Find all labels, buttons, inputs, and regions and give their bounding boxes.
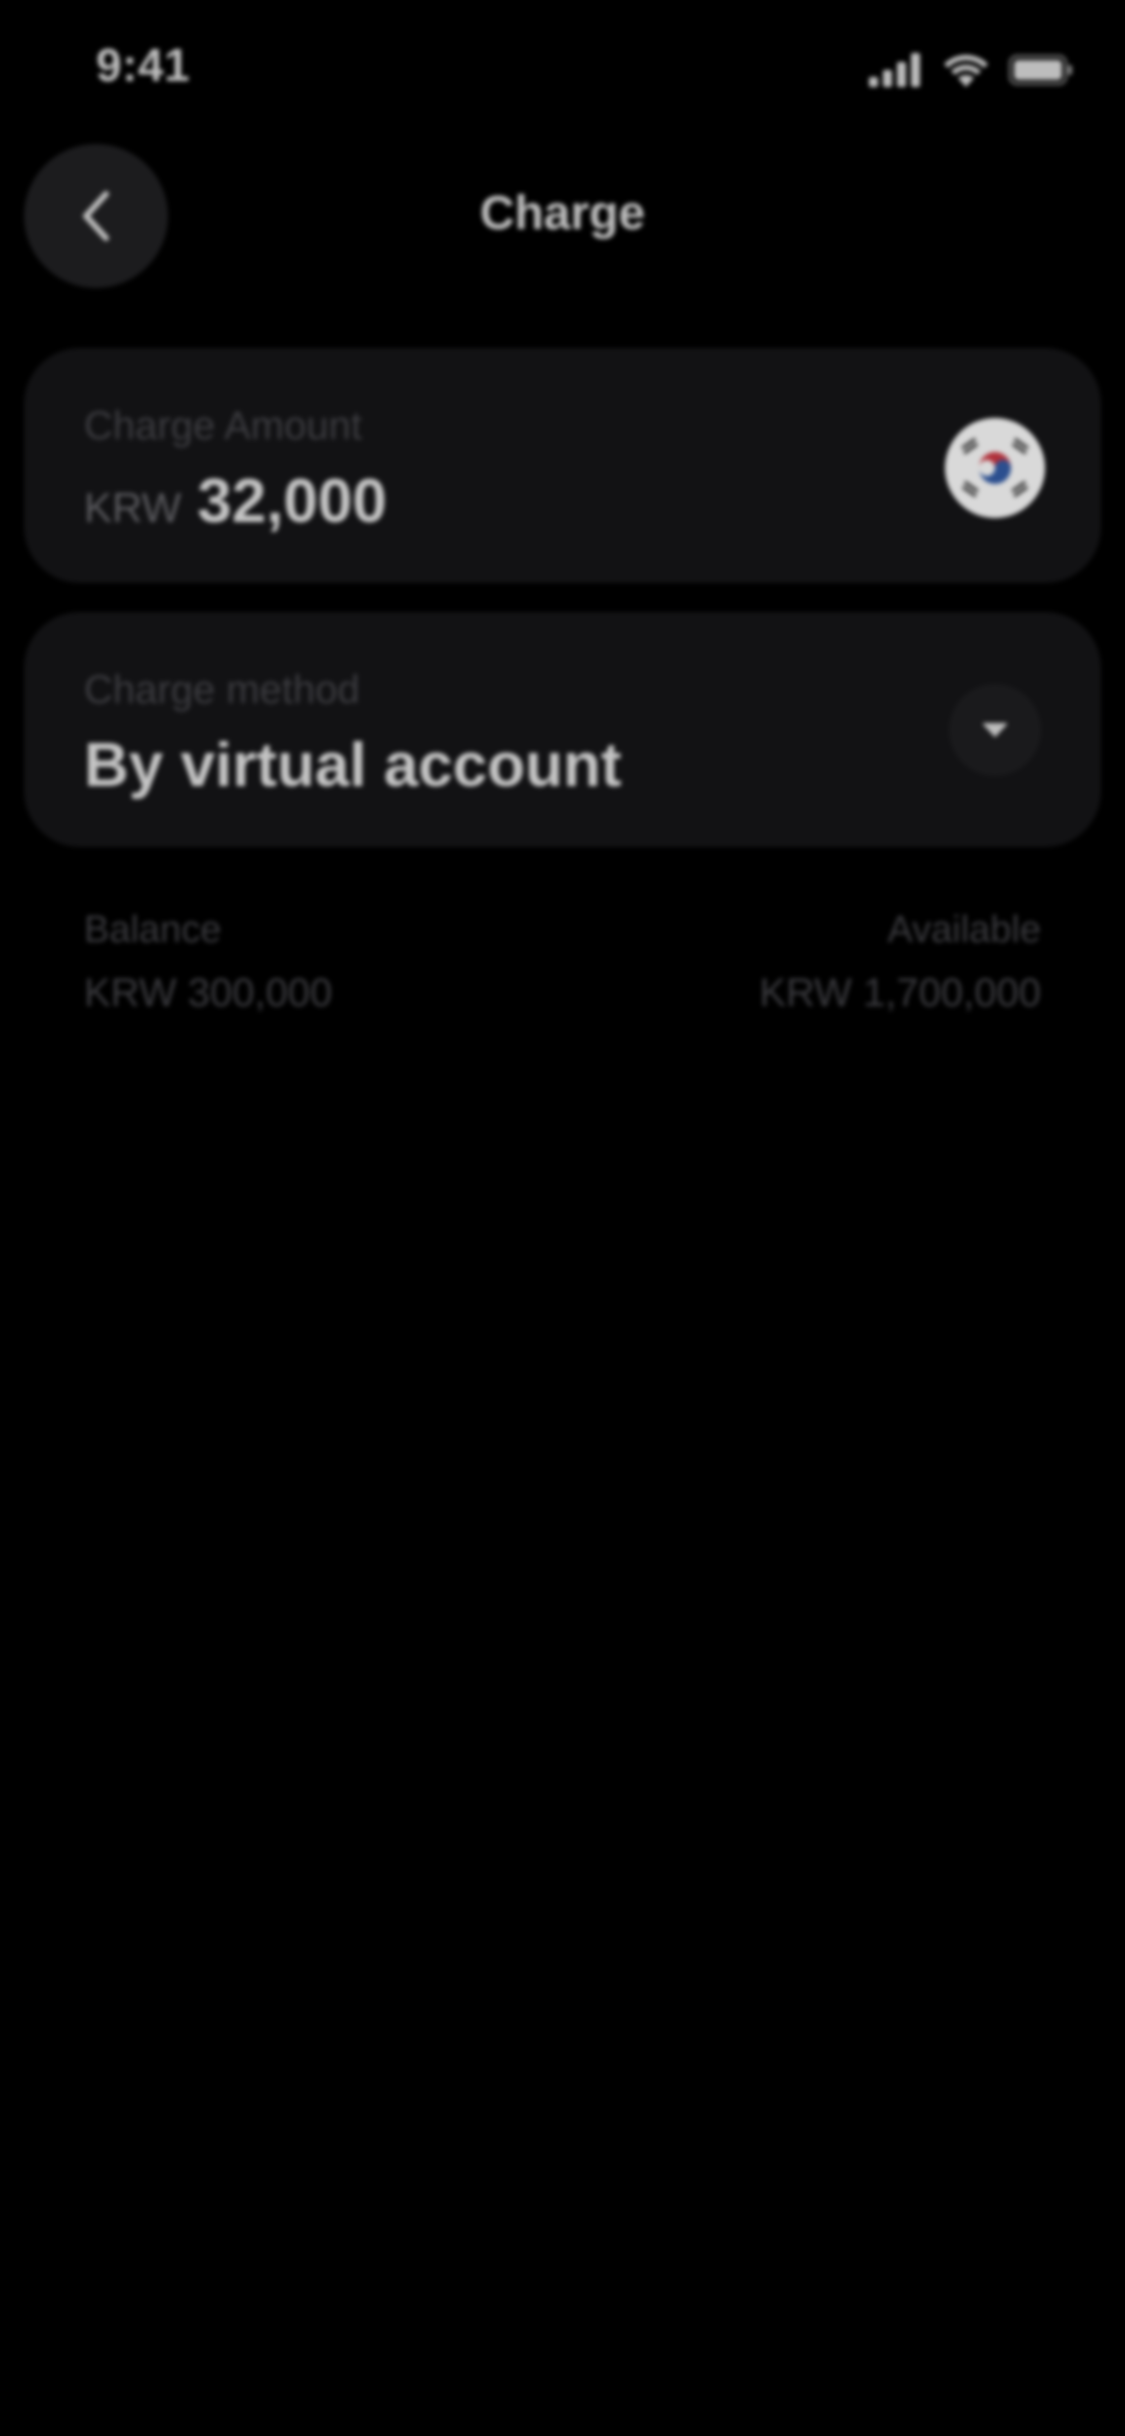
charge-amount-label: Charge Amount	[84, 404, 362, 448]
caret-down-icon	[983, 723, 1007, 737]
charge-method-value: By virtual account	[84, 731, 622, 800]
charge-amount-card[interactable]: Charge Amount KRW 32,000	[24, 348, 1101, 583]
charge-amount-value[interactable]: 32,000	[197, 466, 387, 537]
status-bar: 9:41	[0, 0, 1125, 135]
page-title: Charge	[479, 187, 646, 240]
available-info: Available KRW 1,700,000	[759, 908, 1041, 1016]
status-time: 9:41	[96, 39, 191, 91]
charge-method-card[interactable]: Charge method By virtual account	[24, 612, 1101, 847]
charge-method-dropdown-button[interactable]	[949, 684, 1041, 776]
charge-method-label: Charge method	[84, 668, 360, 712]
available-value: KRW 1,700,000	[759, 971, 1041, 1015]
balance-info: Balance KRW 300,000	[84, 908, 332, 1016]
signal-icon	[869, 53, 920, 87]
charge-amount-row: KRW 32,000	[84, 466, 387, 537]
available-label: Available	[887, 909, 1041, 951]
south-korea-flag-icon[interactable]	[945, 418, 1045, 518]
balance-value: KRW 300,000	[84, 971, 333, 1015]
charge-screen: 9:41 Charge Charge Amount KRW 32,000 Cha…	[0, 0, 1125, 2436]
currency-code: KRW	[84, 484, 182, 531]
status-icons	[869, 50, 1073, 90]
battery-icon	[1009, 55, 1072, 85]
balance-label: Balance	[84, 909, 222, 951]
wifi-icon	[944, 54, 988, 87]
